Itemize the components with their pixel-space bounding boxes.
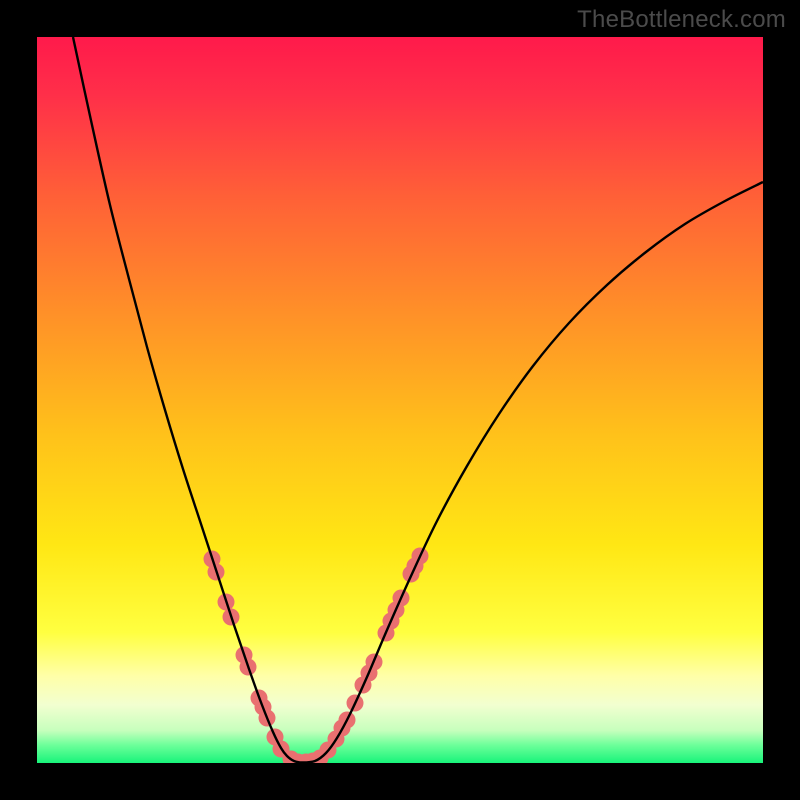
watermark-text: TheBottleneck.com	[577, 6, 786, 34]
chart-frame: TheBottleneck.com	[0, 0, 800, 800]
chart-background	[37, 37, 763, 763]
chart-plot-area	[37, 37, 763, 763]
chart-svg	[37, 37, 763, 763]
